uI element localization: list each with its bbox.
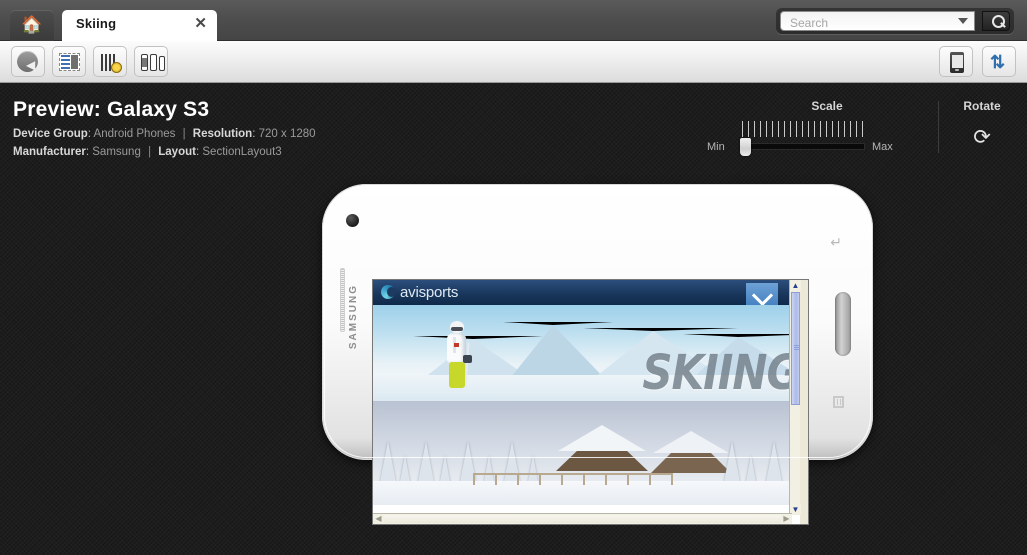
scrollbar-grip	[794, 345, 799, 350]
device-brand-label: SAMSUNG	[348, 284, 359, 350]
scale-slider-track[interactable]	[745, 143, 865, 150]
home-button-icon[interactable]	[835, 292, 851, 356]
search-button[interactable]	[982, 11, 1010, 31]
hero-headline: SKIING	[642, 344, 792, 401]
tab-label: Skiing	[76, 16, 117, 31]
meta-separator-1: |	[182, 128, 186, 140]
gear-icon	[111, 62, 122, 73]
back-arrow-icon: ◀	[17, 51, 38, 72]
front-camera-icon	[346, 214, 359, 227]
site-logo-text: avisports	[400, 284, 459, 301]
resolution-value: 720 x 1280	[258, 128, 316, 140]
device-group-value: Android Phones	[93, 128, 176, 140]
device-list-button[interactable]	[134, 46, 168, 77]
chevron-down-icon	[751, 284, 774, 307]
close-icon[interactable]: ✕	[194, 14, 207, 32]
phone-preview-button[interactable]	[939, 46, 973, 77]
scale-max-label: Max	[872, 141, 893, 153]
back-button[interactable]: ◀	[11, 46, 45, 77]
scale-slider-thumb[interactable]	[740, 138, 751, 156]
skier-glove	[463, 355, 472, 363]
device-frame-galaxy-s3: SAMSUNG ↵ avisports SKIING ▲ ▼ ◀ ▶	[322, 184, 873, 525]
resolution-label: Resolution	[192, 128, 253, 140]
screen-gutter	[800, 280, 808, 524]
android-back-icon[interactable]: ↵	[830, 234, 842, 251]
preview-stage: Preview: Galaxy S3 Device Group: Android…	[0, 83, 1027, 555]
meta-separator-2: |	[148, 146, 152, 158]
scroll-left-icon[interactable]: ◀	[373, 514, 384, 524]
device-group-label: Device Group	[13, 128, 88, 140]
device-meta-line-1: Device Group: Android Phones | Resolutio…	[13, 128, 316, 140]
scale-label: Scale	[811, 99, 843, 113]
preview-info: Preview: Galaxy S3 Device Group: Android…	[13, 98, 316, 158]
vertical-scrollbar-thumb[interactable]	[791, 292, 800, 405]
scale-major-ticks	[742, 121, 867, 129]
layout-value: SectionLayout3	[202, 146, 282, 158]
manufacturer-label: Manufacturer	[13, 146, 86, 158]
skier-goggles	[451, 327, 463, 331]
avisports-logo-icon	[381, 285, 396, 299]
search-field[interactable]	[780, 11, 975, 32]
device-list-icon-2	[150, 54, 157, 71]
sync-icon: ⇅	[990, 52, 1006, 72]
earpiece-speaker-icon	[340, 268, 345, 332]
secondary-image	[373, 401, 792, 505]
phone-preview-icon-screen	[951, 55, 963, 68]
panel-divider	[938, 101, 939, 153]
cabin-2-snow-roof	[653, 431, 729, 453]
cabin-1-snow-roof	[558, 425, 646, 451]
site-header: avisports	[373, 280, 792, 305]
page-layout-icon-block	[71, 55, 78, 69]
skier-badge	[454, 343, 459, 347]
scale-min-label: Min	[707, 141, 725, 153]
skier-pants	[449, 362, 465, 388]
search-box	[776, 8, 1014, 34]
device-list-icon-1	[141, 54, 148, 71]
home-icon: 🏠	[21, 15, 43, 34]
page-layout-icon-lines	[61, 55, 70, 69]
horizontal-scrollbar[interactable]: ◀ ▶	[373, 513, 792, 524]
android-menu-icon[interactable]	[833, 396, 844, 408]
rotate-cw-icon[interactable]: ⟳	[947, 127, 1017, 148]
scale-ticks	[742, 121, 867, 137]
phone-preview-icon-button	[955, 69, 959, 71]
phone-preview-icon	[950, 52, 964, 73]
colon-1: :	[87, 128, 91, 140]
rotate-control: Rotate ⟳	[947, 99, 1017, 148]
page-title: Preview: Galaxy S3	[13, 98, 210, 121]
device-list-icon-3	[159, 56, 165, 71]
vertical-scrollbar[interactable]: ▲ ▼	[789, 280, 801, 515]
preview-toolbar: ◀ Site preview on: 4/12/13 1:39 PM ⇅	[0, 41, 1027, 109]
skier-figure	[445, 321, 472, 391]
home-tab[interactable]: 🏠	[10, 10, 54, 41]
device-meta-line-2: Manufacturer: Samsung | Layout: SectionL…	[13, 146, 316, 158]
tab-skiing[interactable]: Skiing ✕	[62, 10, 217, 41]
colon-2: :	[252, 128, 256, 140]
scroll-up-icon[interactable]: ▲	[790, 280, 801, 291]
scroll-right-icon[interactable]: ▶	[781, 514, 792, 524]
scale-control: Scale Min Max	[707, 99, 922, 156]
page-layout-button[interactable]	[52, 46, 86, 77]
manufacturer-value: Samsung	[92, 146, 141, 158]
device-screen[interactable]: avisports SKIING ▲ ▼ ◀ ▶	[372, 279, 809, 525]
mobile-config-button[interactable]	[93, 46, 127, 77]
horizontal-scrollbar-track[interactable]	[384, 515, 781, 523]
colon-3: :	[85, 146, 90, 158]
rotate-label: Rotate	[963, 99, 1001, 113]
colon-4: :	[195, 146, 200, 158]
hero-image: SKIING	[373, 305, 792, 401]
search-input[interactable]	[788, 14, 952, 32]
back-arrow-glyph: ◀	[26, 58, 36, 72]
fence	[473, 473, 673, 485]
browser-tab-bar: 🏠 Skiing ✕	[0, 0, 1027, 41]
chevron-down-icon[interactable]	[958, 18, 968, 24]
layout-label: Layout	[158, 146, 196, 158]
sync-button[interactable]: ⇅	[982, 46, 1016, 77]
